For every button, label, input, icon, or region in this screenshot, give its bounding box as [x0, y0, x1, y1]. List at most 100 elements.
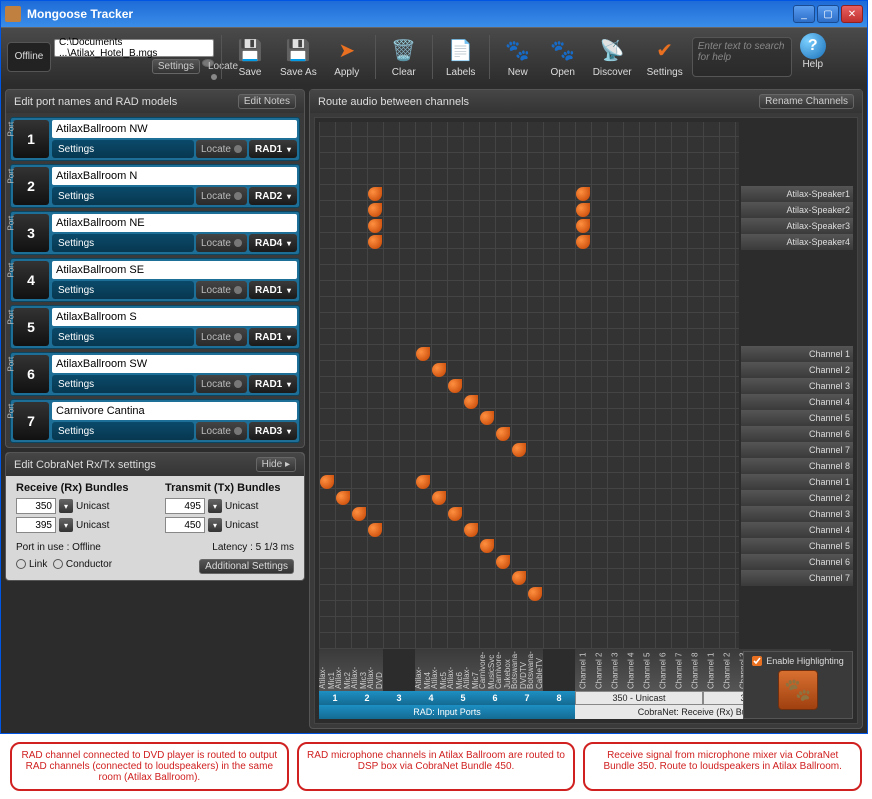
- crosspoint[interactable]: [496, 427, 510, 441]
- port-locate-button[interactable]: Locate: [196, 328, 247, 346]
- cobranet-hide-button[interactable]: Hide ▸: [256, 457, 296, 472]
- crosspoint[interactable]: [416, 347, 430, 361]
- port-settings-button[interactable]: Settings: [52, 140, 194, 158]
- port-name-input[interactable]: Carnivore Cantina: [52, 402, 297, 420]
- bundle-type-select[interactable]: ▾: [59, 499, 73, 513]
- open-button[interactable]: 🐾Open: [542, 33, 584, 80]
- enable-highlighting-checkbox[interactable]: Enable Highlighting: [752, 656, 844, 666]
- crosspoint[interactable]: [576, 219, 590, 233]
- crosspoint[interactable]: [368, 235, 382, 249]
- port-name-input[interactable]: AtilaxBallroom SW: [52, 355, 297, 373]
- tx-channel-label: Channel 2: [741, 490, 853, 506]
- file-path-input[interactable]: C:\Documents ...\Atilax_Hotel_B.mgs: [54, 39, 214, 57]
- help-button[interactable]: ?Help: [795, 33, 831, 81]
- crosspoint[interactable]: [528, 587, 542, 601]
- crosspoint[interactable]: [448, 507, 462, 521]
- minimize-button[interactable]: _: [793, 5, 815, 23]
- bundle-number-input[interactable]: [16, 517, 56, 533]
- bundle-number-input[interactable]: [165, 498, 205, 514]
- apply-button[interactable]: ➤Apply: [326, 33, 368, 80]
- additional-settings-button[interactable]: Additional Settings: [199, 559, 294, 574]
- bundle-type-select[interactable]: ▾: [208, 499, 222, 513]
- port-settings-button[interactable]: Settings: [52, 187, 194, 205]
- crosspoint[interactable]: [368, 219, 382, 233]
- rad-model-select[interactable]: RAD3: [249, 422, 297, 440]
- crosspoint[interactable]: [464, 395, 478, 409]
- crosspoint[interactable]: [432, 491, 446, 505]
- discover-button[interactable]: 📡Discover: [587, 33, 638, 80]
- rad-model-select[interactable]: RAD1: [249, 140, 297, 158]
- bundle-type-label: Unicast: [76, 501, 109, 512]
- path-locate-button[interactable]: Locate: [202, 59, 214, 67]
- tx-channel-label: Channel 1: [741, 346, 853, 362]
- path-settings-button[interactable]: Settings: [152, 59, 200, 74]
- port-locate-button[interactable]: Locate: [196, 281, 247, 299]
- edit-notes-button[interactable]: Edit Notes: [238, 94, 296, 109]
- rad-model-select[interactable]: RAD4: [249, 234, 297, 252]
- offline-button[interactable]: Offline: [7, 42, 51, 72]
- crosspoint[interactable]: [576, 235, 590, 249]
- maximize-button[interactable]: ▢: [817, 5, 839, 23]
- input-port-number: 5: [447, 691, 479, 705]
- port-name-input[interactable]: AtilaxBallroom NE: [52, 214, 297, 232]
- port-locate-button[interactable]: Locate: [196, 187, 247, 205]
- crosspoint[interactable]: [368, 203, 382, 217]
- crosspoint[interactable]: [416, 475, 430, 489]
- port-settings-button[interactable]: Settings: [52, 375, 194, 393]
- rad-model-select[interactable]: RAD1: [249, 328, 297, 346]
- close-button[interactable]: ✕: [841, 5, 863, 23]
- crosspoint[interactable]: [496, 555, 510, 569]
- port-locate-button[interactable]: Locate: [196, 375, 247, 393]
- conductor-radio[interactable]: [53, 559, 63, 569]
- rename-channels-button[interactable]: Rename Channels: [759, 94, 854, 109]
- tx-channel-label: Channel 7: [741, 570, 853, 586]
- port-settings-button[interactable]: Settings: [52, 328, 194, 346]
- crosspoint[interactable]: [432, 363, 446, 377]
- crosspoint[interactable]: [480, 411, 494, 425]
- save-button[interactable]: 💾Save: [229, 33, 271, 80]
- crosspoint[interactable]: [352, 507, 366, 521]
- help-icon: ?: [800, 33, 826, 59]
- port-name-input[interactable]: AtilaxBallroom N: [52, 167, 297, 185]
- crosspoint[interactable]: [512, 443, 526, 457]
- crosspoint[interactable]: [320, 475, 334, 489]
- crosspoint[interactable]: [368, 523, 382, 537]
- port-settings-button[interactable]: Settings: [52, 234, 194, 252]
- input-port-number: 8: [543, 691, 575, 705]
- help-search-input[interactable]: Enter text to search for help: [692, 37, 792, 77]
- bundle-number-input[interactable]: [16, 498, 56, 514]
- rad-model-select[interactable]: RAD1: [249, 375, 297, 393]
- rad-model-select[interactable]: RAD2: [249, 187, 297, 205]
- saveas-button[interactable]: 💾Save As: [274, 33, 323, 80]
- crosspoint[interactable]: [576, 187, 590, 201]
- crosspoint[interactable]: [464, 523, 478, 537]
- clear-button[interactable]: 🗑️Clear: [383, 33, 425, 80]
- settings-button[interactable]: ✔Settings: [641, 33, 689, 80]
- port-settings-button[interactable]: Settings: [52, 422, 194, 440]
- rad-model-select[interactable]: RAD1: [249, 281, 297, 299]
- labels-button[interactable]: 📄Labels: [440, 33, 482, 80]
- crosspoint[interactable]: [576, 203, 590, 217]
- port-number: 6: [13, 355, 49, 393]
- crosspoint[interactable]: [448, 379, 462, 393]
- port-settings-button[interactable]: Settings: [52, 281, 194, 299]
- link-radio[interactable]: [16, 559, 26, 569]
- port-locate-button[interactable]: Locate: [196, 234, 247, 252]
- crosspoint[interactable]: [480, 539, 494, 553]
- crosspoint[interactable]: [368, 187, 382, 201]
- tx-channel-label: Channel 6: [741, 554, 853, 570]
- new-button[interactable]: 🐾New: [497, 33, 539, 80]
- port-locate-button[interactable]: Locate: [196, 140, 247, 158]
- bundle-type-select[interactable]: ▾: [59, 518, 73, 532]
- port-name-input[interactable]: AtilaxBallroom S: [52, 308, 297, 326]
- port-name-input[interactable]: AtilaxBallroom NW: [52, 120, 297, 138]
- routing-matrix[interactable]: Atilax-Speaker1Atilax-Speaker2Atilax-Spe…: [314, 117, 858, 724]
- input-channel-label: Carnivore-MusicSvc: [479, 649, 495, 691]
- port-locate-button[interactable]: Locate: [196, 422, 247, 440]
- input-channel-label: Atilax-Mic5: [431, 649, 447, 691]
- crosspoint[interactable]: [336, 491, 350, 505]
- bundle-number-input[interactable]: [165, 517, 205, 533]
- crosspoint[interactable]: [512, 571, 526, 585]
- bundle-type-select[interactable]: ▾: [208, 518, 222, 532]
- port-name-input[interactable]: AtilaxBallroom SE: [52, 261, 297, 279]
